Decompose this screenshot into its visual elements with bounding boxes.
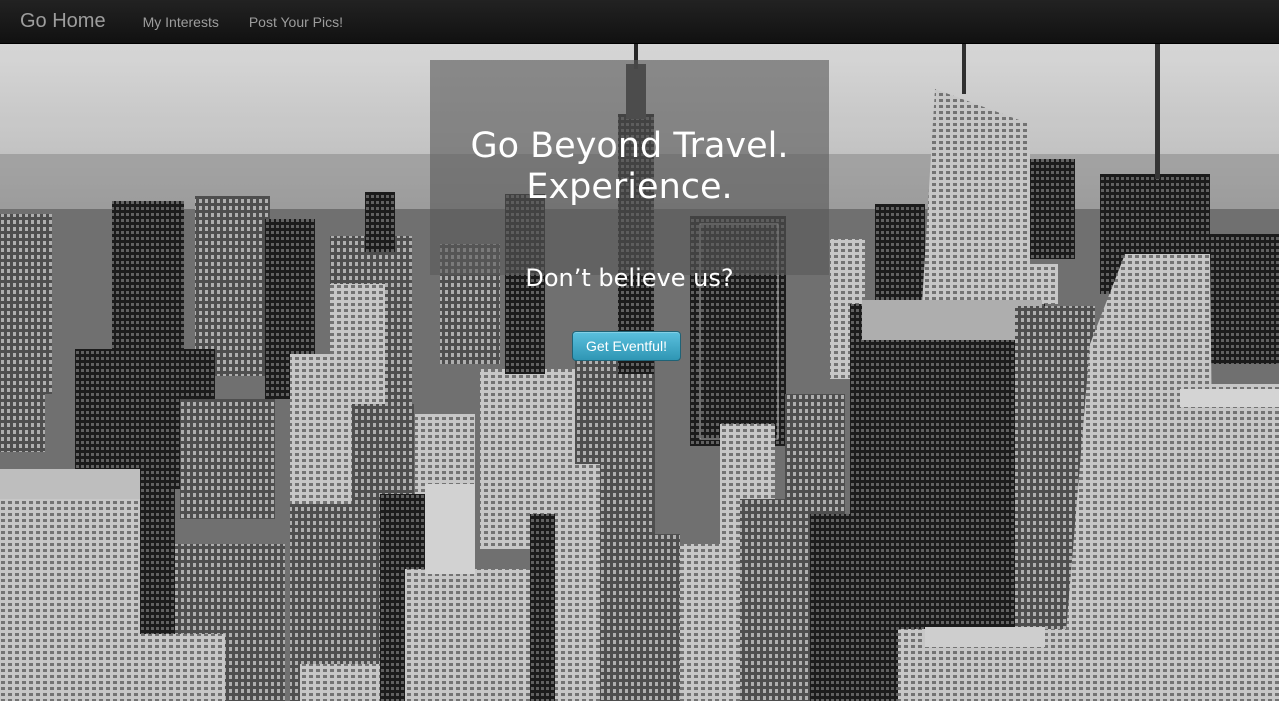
top-navbar: Go Home My Interests Post Your Pics! bbox=[0, 0, 1279, 44]
hero-headline: Go Beyond Travel. Experience. bbox=[430, 126, 829, 208]
nav-link-my-interests[interactable]: My Interests bbox=[143, 14, 219, 30]
brand-link[interactable]: Go Home bbox=[20, 10, 106, 33]
get-eventful-button[interactable]: Get Eventful! bbox=[572, 331, 681, 361]
hero-headline-line2: Experience. bbox=[526, 167, 733, 207]
hero-section: Go Beyond Travel. Experience. Don’t beli… bbox=[0, 44, 1279, 701]
nav-link-post-pics[interactable]: Post Your Pics! bbox=[249, 14, 343, 30]
hero-subheading: Don’t believe us? bbox=[525, 264, 734, 292]
hero-headline-line1: Go Beyond Travel. bbox=[470, 126, 789, 166]
